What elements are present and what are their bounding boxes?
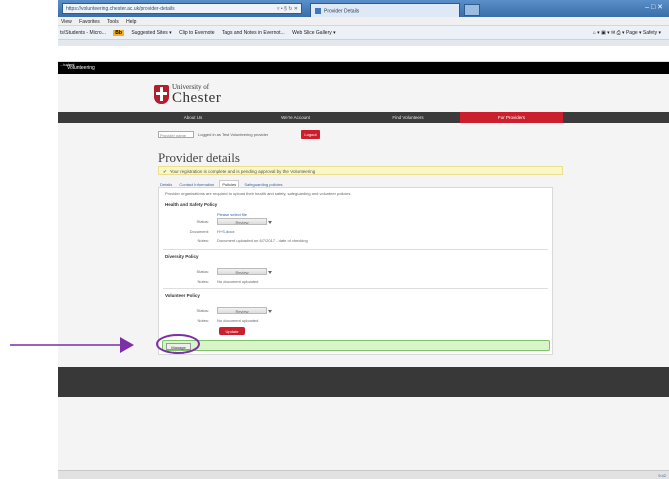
command-bar-tools[interactable]: ⌂ ▾ ▣ ▾ ✉ ⎙ ▾ Page ▾ Safety ▾	[593, 30, 661, 36]
menu-view[interactable]: View	[61, 19, 72, 25]
status-select[interactable]: Review	[217, 218, 272, 225]
nav-for-providers[interactable]: For Providers	[460, 112, 563, 123]
address-controls[interactable]: ▿ • § ↻ ✕	[277, 6, 298, 12]
nav-find-volunteers[interactable]: Find Volunteers	[358, 112, 458, 123]
section-divider	[163, 249, 548, 250]
nav-about-us[interactable]: About Us	[153, 112, 233, 123]
pending-approval-notice: ✔ Your registration is complete and is pe…	[158, 166, 563, 175]
status-select[interactable]: Review	[217, 268, 272, 275]
main-navigation: About Us We're Account Find Volunteers F…	[58, 112, 669, 123]
panel-intro: Provider organisations are required to u…	[165, 191, 352, 196]
favorites-bar: ts\Students - Micro... Bb Suggested Site…	[58, 26, 669, 40]
notes-label: Notes:	[197, 318, 209, 323]
status-label: Status:	[196, 269, 209, 274]
section-heading-diversity: Diversity Policy	[165, 254, 199, 259]
notes-label: Notes:	[197, 238, 209, 243]
notes-label: Notes:	[197, 279, 209, 284]
document-label: Document:	[189, 229, 209, 234]
notes-value: No document uploaded	[217, 318, 259, 323]
browser-tab-provider-details[interactable]: Provider Details	[310, 3, 460, 17]
favorite-clip-to-evernote[interactable]: Clip to Evernote	[179, 30, 215, 36]
provider-name-field[interactable]: Provider name	[158, 131, 194, 138]
menu-help[interactable]: Help	[126, 19, 136, 25]
section-heading-health-safety: Health and Safety Policy	[165, 202, 218, 207]
windows-taskbar: 9:42	[58, 470, 669, 479]
compatibility-bar	[58, 40, 669, 62]
address-bar[interactable]: https://volunteering.chester.ac.uk/provi…	[62, 3, 302, 14]
screenshot-area: https://volunteering.chester.ac.uk/provi…	[58, 0, 669, 479]
notes-value: Document uploaded on 6/7/2017 - date of …	[217, 238, 308, 243]
window-controls[interactable]: – □ ✕	[645, 3, 663, 11]
section-divider	[163, 288, 548, 289]
document-link[interactable]: H+S.docx	[217, 229, 234, 234]
address-url[interactable]: https://volunteering.chester.ac.uk/provi…	[66, 6, 175, 12]
status-label: Status:	[196, 308, 209, 313]
manage-users-bar: Manage Users	[162, 340, 550, 355]
new-tab-button[interactable]	[464, 4, 480, 16]
user-status: Provider name Logged in as Test Voluntee…	[158, 130, 358, 140]
crest-icon	[154, 85, 169, 104]
status-label: Status:	[196, 219, 209, 224]
favorite-students[interactable]: ts\Students - Micro...	[60, 30, 106, 36]
site-top-label: ...tudent	[60, 62, 75, 67]
page-title: Provider details	[158, 150, 240, 165]
notice-text: Your registration is complete and is pen…	[169, 169, 316, 174]
menu-favorites[interactable]: Favorites	[79, 19, 100, 25]
notes-value: No document uploaded	[217, 279, 259, 284]
page-icon	[315, 8, 321, 14]
nav-account[interactable]: We're Account	[253, 112, 338, 123]
blackboard-icon[interactable]: Bb	[113, 30, 124, 36]
logo-name: Chester	[172, 90, 222, 106]
policies-panel: Provider organisations are required to u…	[158, 187, 553, 355]
section-heading-volunteer: Volunteer Policy	[165, 293, 200, 298]
taskbar-clock: 9:42	[658, 473, 666, 478]
info-strip	[58, 40, 669, 46]
browser-menu-bar: View Favorites Tools Help	[58, 17, 669, 26]
site-footer	[58, 367, 669, 397]
logged-in-text: Logged in as Test Volunteering provider	[198, 132, 269, 137]
upload-link[interactable]: Please select file	[217, 212, 247, 217]
favorite-suggested-sites[interactable]: Suggested Sites ▾	[131, 30, 171, 36]
manage-users-button[interactable]: Manage Users	[166, 343, 191, 355]
status-select[interactable]: Review	[217, 307, 272, 314]
tab-title: Provider Details	[324, 8, 360, 15]
update-button[interactable]: Update	[219, 327, 245, 335]
menu-tools[interactable]: Tools	[107, 19, 119, 25]
favorite-tags-and-notes[interactable]: Tags and Notes in Evernot...	[222, 30, 285, 36]
browser-title-bar: https://volunteering.chester.ac.uk/provi…	[58, 0, 669, 17]
favorite-web-slice-gallery[interactable]: Web Slice Gallery ▾	[292, 30, 336, 36]
site-top-bar: ...tudent Volunteering	[58, 62, 669, 74]
check-icon: ✔	[163, 169, 167, 174]
logout-button[interactable]: Logout	[301, 130, 320, 139]
